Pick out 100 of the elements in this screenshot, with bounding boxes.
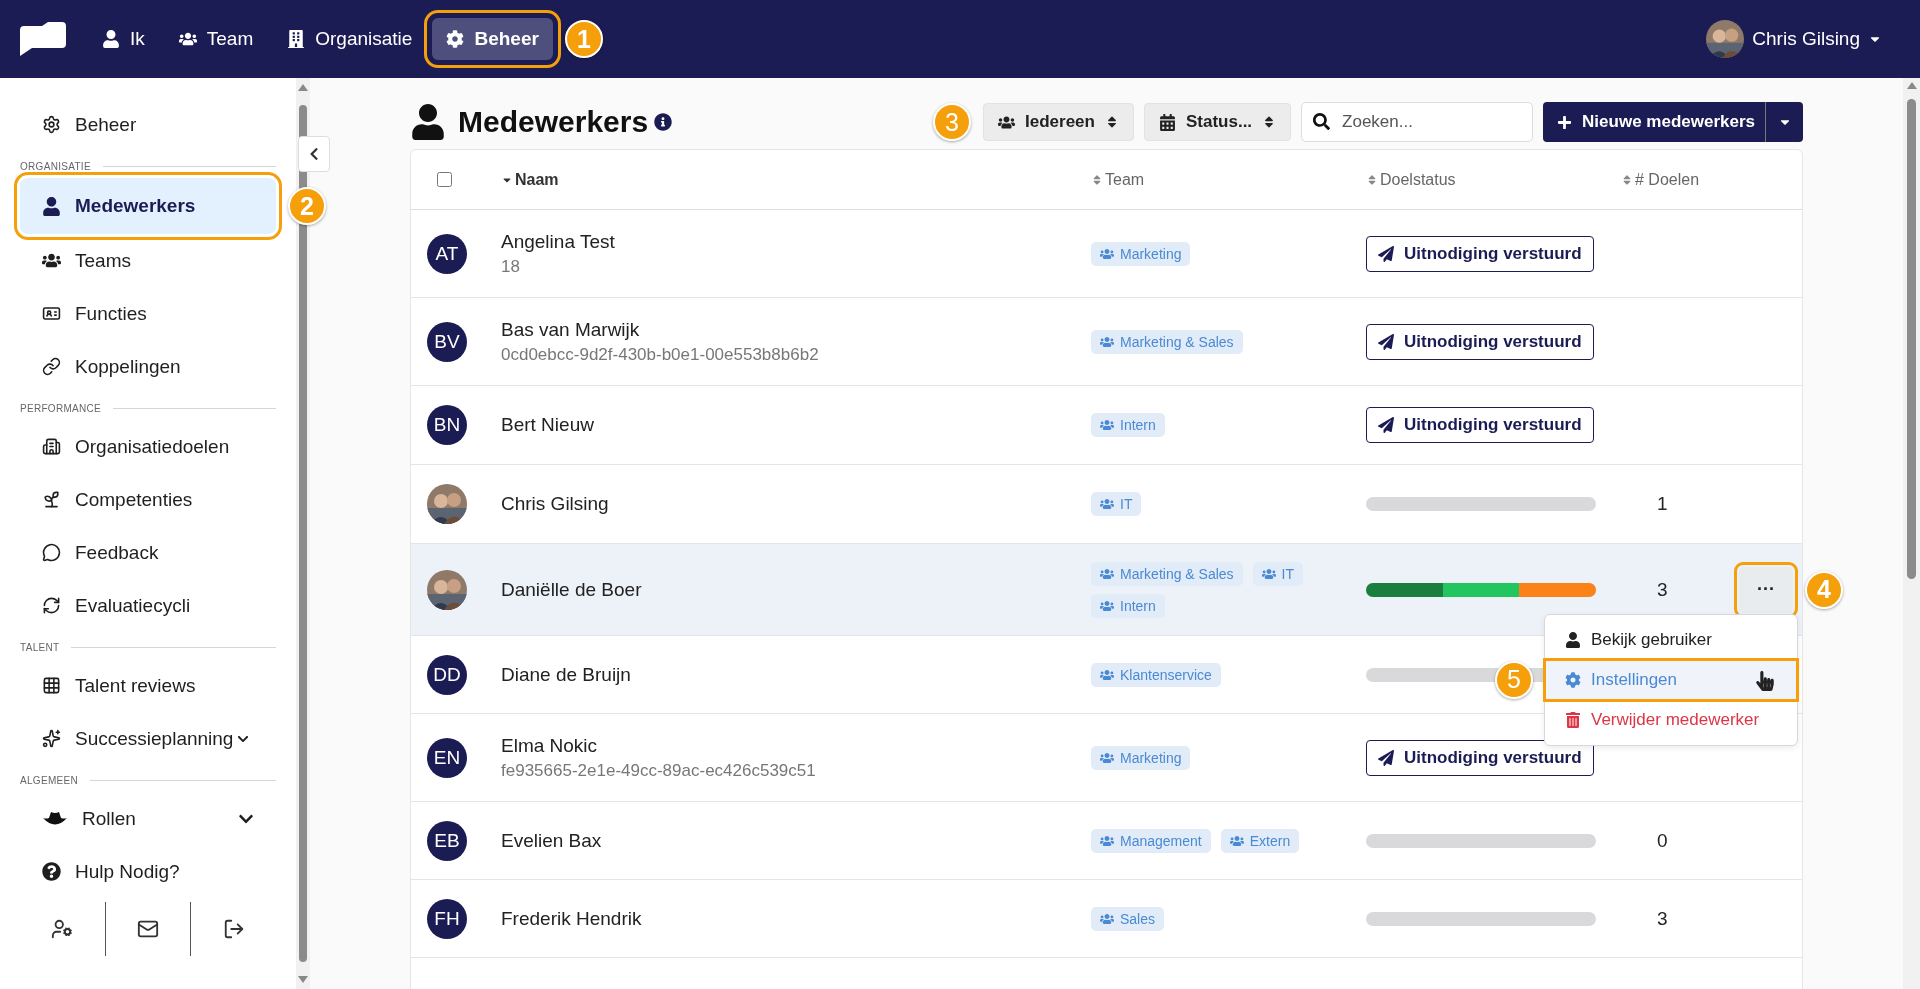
section-heading: TALENT [20, 642, 60, 653]
team-tag: Intern [1091, 413, 1165, 437]
person-icon [1565, 631, 1581, 648]
avatar: DD [427, 654, 467, 695]
team-tag: IT [1091, 492, 1142, 516]
sidebar-item[interactable]: Hulp Nodig? [20, 845, 276, 898]
sort-icon [1366, 173, 1378, 186]
filter-dropdown[interactable]: Status... [1143, 103, 1292, 141]
page-scrollbar[interactable] [1903, 78, 1920, 989]
search-icon [1313, 113, 1331, 130]
settings-icon [42, 115, 61, 134]
table-row[interactable]: FH Frederik Hendrik Sales 3 [411, 880, 1802, 958]
link-icon [42, 357, 61, 376]
search-field[interactable]: Zoeken... [1301, 102, 1534, 142]
filter-dropdown[interactable]: Iedereen [983, 103, 1134, 141]
invitation-sent-label: Uitnodiging verstuurd [1366, 407, 1594, 443]
avatar: EN [427, 737, 467, 778]
collapse-sidebar-button[interactable] [298, 136, 330, 172]
info-icon[interactable] [654, 113, 673, 131]
calendar-icon [1158, 113, 1176, 131]
sidebar-item[interactable]: Talent reviews [20, 659, 276, 712]
paper-plane-icon [1378, 333, 1394, 350]
team-tag: Extern [1220, 828, 1300, 853]
employee-name[interactable]: Frederik Hendrik [501, 907, 1091, 930]
step-number-badge: 4 [1805, 570, 1843, 609]
people-icon [178, 30, 197, 48]
person-icon [410, 104, 446, 140]
goal-count: 0 [1656, 829, 1668, 851]
section-heading: ORGANISATIE [20, 161, 91, 172]
people-icon [1100, 833, 1114, 848]
team-tag: Marketing & Sales [1091, 329, 1243, 354]
table-row[interactable]: EB Evelien Bax Management Extern 0 [411, 802, 1802, 880]
logo-icon[interactable] [18, 22, 66, 56]
id-card-icon [42, 304, 61, 323]
team-tag: Intern [1091, 593, 1165, 618]
employee-name[interactable]: Angelina Test [501, 230, 1091, 253]
employee-name[interactable]: Daniëlle de Boer [501, 578, 1091, 601]
nav-tab[interactable]: Organisatie [273, 18, 427, 60]
table-row[interactable]: BN Bert Nieuw Intern Uitnodiging verstuurd [411, 386, 1802, 465]
sidebar-item[interactable]: Evaluatiecycli [20, 579, 276, 632]
people-icon [1261, 566, 1276, 581]
employee-name[interactable]: Evelien Bax [501, 829, 1091, 852]
avatar: EB [427, 820, 467, 861]
sidebar-item[interactable]: Competenties [20, 473, 276, 526]
sidebar-label: Koppelingen [75, 355, 181, 378]
team-tag: IT [1252, 561, 1304, 586]
paper-plane-icon [1378, 245, 1394, 262]
sidebar-item[interactable]: Rollen [20, 792, 276, 845]
sidebar-item[interactable]: Koppelingen [20, 340, 276, 393]
sidebar-item[interactable]: Feedback [20, 526, 276, 579]
goal-count: 1 [1656, 493, 1668, 514]
user-menu[interactable]: Chris Gilsing [1706, 20, 1882, 58]
sidebar-label: Feedback [75, 541, 159, 564]
people-icon [1100, 418, 1114, 432]
column-header[interactable]: # Doelen [1621, 170, 1731, 189]
section-heading: PERFORMANCE [20, 403, 102, 414]
sidebar-item[interactable]: Beheer [20, 98, 276, 151]
plus-icon [1557, 114, 1573, 130]
trash-icon [1565, 711, 1581, 728]
paper-plane-icon [1378, 417, 1394, 433]
employee-name[interactable]: Bert Nieuw [501, 414, 1091, 436]
team-tag: Marketing [1091, 745, 1191, 770]
settings-icon [1565, 671, 1581, 688]
table-row[interactable]: BV Bas van Marwijk 0cd0ebcc-9d2f-430b-b0e1-00e553b8b6b2 Marketing & Sales Uitnodiging verstuurd [411, 298, 1802, 386]
employee-name[interactable]: Diane de Bruijn [501, 663, 1091, 686]
people-icon [1100, 566, 1114, 581]
new-employees-button[interactable]: Nieuwe medewerkers [1543, 102, 1765, 142]
column-header[interactable]: Doelstatus [1366, 170, 1621, 189]
sidebar-label: Functies [75, 302, 147, 325]
hand-pointer-icon [1755, 670, 1775, 691]
sidebar-item[interactable]: Teams [20, 234, 276, 287]
step-number-badge: 2 [288, 187, 326, 225]
invitation-sent-label: Uitnodiging verstuurd [1366, 323, 1594, 360]
sprout-icon [42, 490, 61, 509]
employee-subtitle: 18 [501, 256, 521, 277]
sidebar-label: Hulp Nodig? [75, 860, 180, 883]
sidebar-label: Talent reviews [75, 674, 196, 697]
people-icon [1100, 750, 1114, 765]
user-settings-icon [51, 918, 74, 940]
nav-tab[interactable]: Team [164, 18, 268, 60]
sidebar-item[interactable]: Organisatiedoelen [20, 420, 276, 473]
column-header[interactable]: Team [1091, 170, 1366, 189]
column-header[interactable]: Naam [501, 170, 1091, 189]
avatar: FH [427, 898, 467, 939]
nav-tab[interactable]: Ik [88, 18, 159, 60]
refresh-icon [42, 596, 61, 615]
team-tag: Sales [1091, 906, 1165, 931]
select-all-checkbox[interactable] [437, 172, 452, 187]
sidebar-label: Teams [75, 249, 131, 272]
page-title: Medewerkers [458, 105, 649, 139]
sparkles-icon [42, 729, 61, 748]
dropdown-toggle-button[interactable] [1765, 102, 1803, 142]
sidebar-item[interactable]: Functies [20, 287, 276, 340]
employee-name[interactable]: Bas van Marwijk [501, 318, 1091, 341]
sidebar-item[interactable]: Successieplanning [20, 712, 276, 765]
mail-icon [137, 918, 159, 940]
employee-name[interactable]: Chris Gilsing [501, 493, 1091, 515]
person-icon [102, 30, 120, 48]
sidebar-label: Beheer [75, 113, 137, 136]
table-row[interactable]: AT Angelina Test 18 Marketing Uitnodiging verstuurd [411, 210, 1802, 298]
